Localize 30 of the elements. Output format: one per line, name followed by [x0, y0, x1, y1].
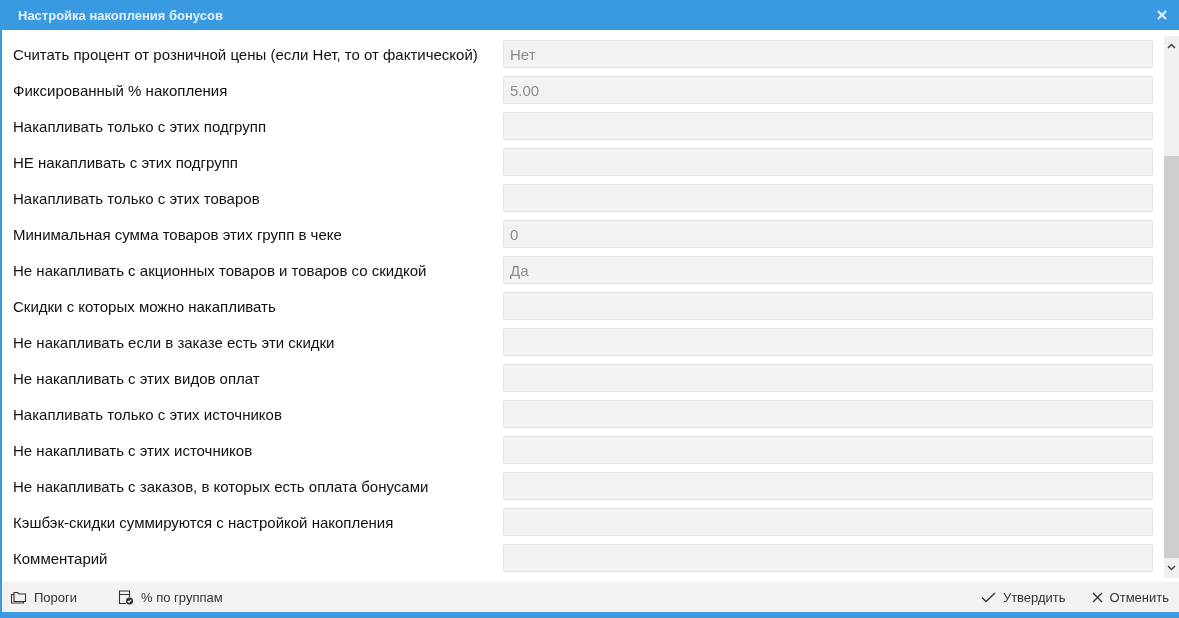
setting-label: Комментарий	[13, 549, 109, 567]
setting-label: Не накапливать если в заказе есть эти скидки	[13, 333, 336, 351]
chevron-up-icon[interactable]	[1167, 43, 1176, 49]
setting-label: Не накапливать с заказов, в которых есть оплата бонусами	[13, 477, 430, 495]
setting-label: Фиксированный % накопления	[13, 81, 229, 99]
setting-label: Не накапливать с акционных товаров и товаров со скидкой	[13, 261, 428, 279]
setting-label: Не накапливать с этих источников	[13, 441, 254, 459]
setting-label: Накапливать только с этих подгрупп	[13, 117, 268, 135]
setting-label: Накапливать только с этих источников	[13, 405, 283, 423]
setting-label: Накапливать только с этих товаров	[13, 189, 261, 207]
toolbar-button[interactable]: % по группам	[117, 589, 223, 605]
scrollbar-thumb[interactable]	[1164, 156, 1179, 558]
setting-label: Не накапливать с этих видов оплат	[13, 369, 261, 387]
box-check-icon	[117, 589, 135, 605]
folders-icon	[10, 590, 27, 604]
setting-label: Скидки с которых можно накапливать	[13, 297, 277, 315]
toolbar-button[interactable]: Отменить	[1091, 589, 1169, 605]
chevron-down-icon[interactable]	[1167, 565, 1176, 571]
setting-label: НЕ накапливать с этих подгрупп	[13, 153, 239, 171]
scrollbar[interactable]	[1164, 36, 1179, 578]
toolbar-button[interactable]: Пороги	[10, 589, 78, 605]
setting-label: Считать процент от розничной цены (если Нет, то от фактической)	[13, 45, 479, 63]
setting-label: Кэшбэк-скидки суммируются с настройкой накопления	[13, 513, 395, 531]
cross-icon	[1091, 591, 1103, 603]
window-title: Настройка накопления бонусов	[18, 7, 223, 23]
close-button[interactable]	[1157, 10, 1167, 20]
setting-label: Минимальная сумма товаров этих групп в чеке	[13, 225, 343, 243]
toolbar-button[interactable]: Утвердить	[980, 589, 1066, 605]
check-icon	[980, 591, 996, 603]
close-icon	[1157, 10, 1167, 20]
